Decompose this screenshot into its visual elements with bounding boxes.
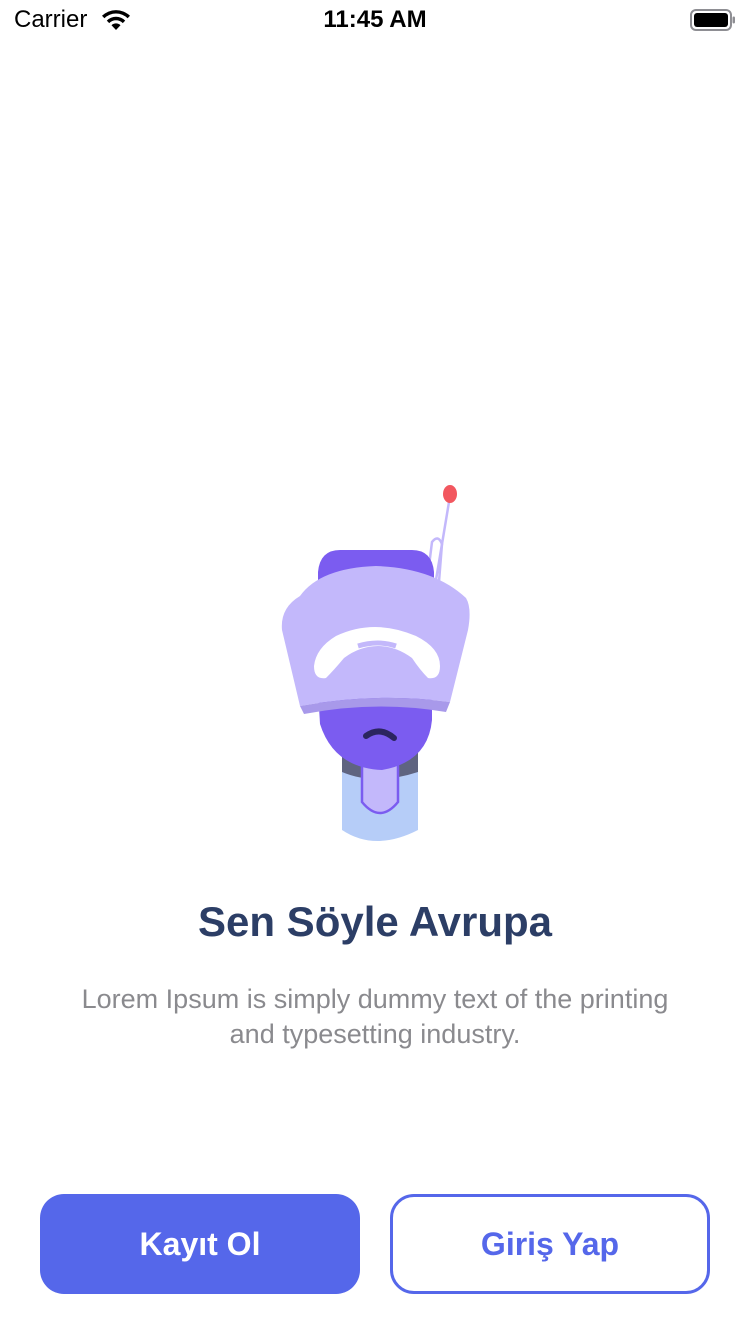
register-button[interactable]: Kayıt Ol xyxy=(40,1194,360,1294)
onboarding-title: Sen Söyle Avrupa xyxy=(197,898,552,945)
battery-icon xyxy=(690,9,735,31)
login-button[interactable]: Giriş Yap xyxy=(390,1194,710,1294)
onboarding-description: Lorem Ipsum is simply dummy text of the … xyxy=(81,984,669,1049)
status-bar: Carrier 11:45 AM xyxy=(0,0,750,40)
onboarding-screen: Carrier 11:45 AM Sen Söyle Avrupa Lorem … xyxy=(0,0,750,1334)
robot-illustration xyxy=(281,485,470,841)
status-time: 11:45 AM xyxy=(323,6,427,33)
antenna-tip xyxy=(443,485,457,503)
